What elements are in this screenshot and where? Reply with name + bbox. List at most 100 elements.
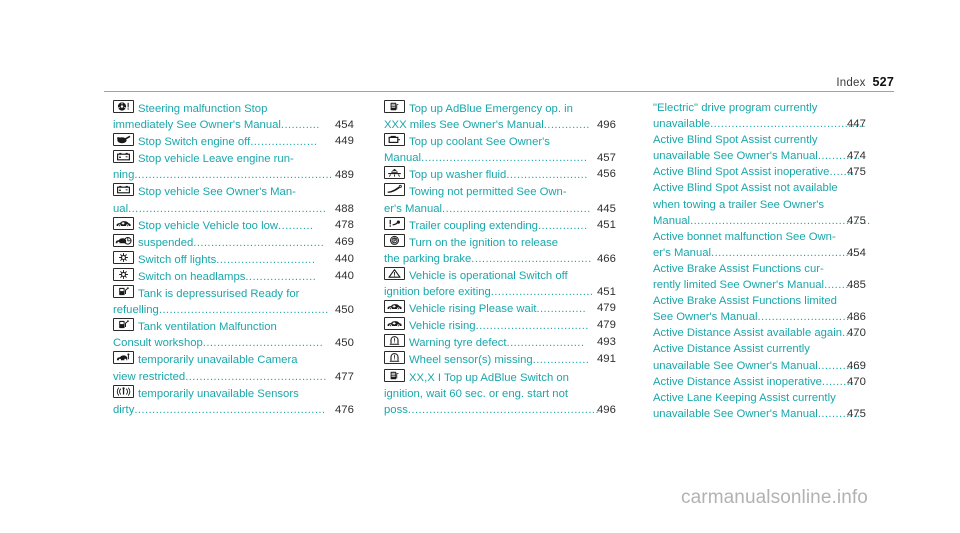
index-entry-line: Active Brake Assist Functions cur-	[653, 261, 895, 277]
index-page-number: 470	[847, 327, 866, 340]
index-entry[interactable]: Turn on the ignition to release the parki…	[384, 233, 656, 267]
index-entry[interactable]: Active Brake Assist Functions cur-rently…	[653, 261, 895, 293]
index-entry[interactable]: Vehicle rising..........................…	[384, 317, 656, 334]
index-entry[interactable]: Active bonnet malfunction See Own-er's M…	[653, 229, 895, 261]
index-entry[interactable]: Stop vehicle Vehicle too low.......... 47…	[113, 216, 393, 234]
index-entry-text: unavailable See Owner's Manual	[653, 407, 818, 420]
index-entry-text: Active Brake Assist Functions cur-	[653, 262, 824, 275]
dot-leader: ................................	[475, 320, 589, 333]
index-entry[interactable]: XX,X I Top up AdBlue Switch on ignition, …	[384, 368, 656, 418]
dot-leader: ....................	[245, 270, 317, 283]
dot-leader: ........................................…	[128, 202, 327, 215]
index-page-number: 470	[847, 375, 866, 388]
index-entry[interactable]: Stop vehicle Leave engine run-ning......…	[113, 150, 393, 183]
index-entry[interactable]: Active Distance Assist available again..…	[653, 325, 895, 341]
index-entry-line: Switch on headlamps.................... 4…	[113, 267, 393, 285]
index-entry[interactable]: Tank ventilation Malfunction Consult work…	[113, 318, 393, 351]
index-page-number: 493	[597, 336, 616, 349]
index-entry[interactable]: Switch on headlamps.................... 4…	[113, 267, 393, 285]
index-entry-text: Top up AdBlue Emergency op. in	[409, 103, 573, 115]
index-entry[interactable]: Top up AdBlue Emergency op. in XXX miles …	[384, 100, 656, 133]
index-entry[interactable]: Vehicle rising Please wait..............…	[384, 300, 656, 317]
adblue-canister-icon	[384, 368, 405, 382]
index-entry[interactable]: Warning tyre defect.....................…	[384, 334, 656, 351]
index-entry[interactable]: temporarily unavailable Camera view restr…	[113, 351, 393, 384]
fuel-pump-icon	[113, 318, 134, 332]
index-entry[interactable]: Active Blind Spot Assist inoperative....…	[653, 164, 895, 180]
index-page-number: 456	[597, 168, 616, 181]
index-entry[interactable]: Stop Switch engine off..................…	[113, 133, 393, 150]
index-page-number: 491	[597, 353, 616, 366]
index-entry-line: er's Manual.............................…	[384, 201, 656, 217]
index-entry-text: immediately See Owner's Manual	[113, 119, 281, 132]
index-entry-line: Manual..................................…	[384, 150, 656, 166]
index-page-number: 469	[335, 235, 354, 248]
index-entry-line: ignition before exiting.................…	[384, 284, 656, 300]
index-entry[interactable]: suspended...............................…	[113, 233, 393, 251]
index-entry-line: Tank ventilation Malfunction	[113, 318, 393, 335]
dot-leader: .....................................	[193, 236, 325, 249]
index-page-number: 486	[847, 311, 866, 324]
index-entry[interactable]: Towing not permitted See Own-er's Manual…	[384, 183, 656, 216]
index-entry-line: See Owner's Manual......................…	[653, 309, 895, 325]
index-entry-line: Top up washer fluid.....................…	[384, 166, 656, 183]
index-page-number: 477	[335, 370, 354, 383]
index-entry[interactable]: Wheel sensor(s) missing................ 4…	[384, 351, 656, 368]
index-entry-text: Active Distance Assist inoperative	[653, 375, 822, 388]
tyre-pressure-icon	[384, 334, 405, 348]
index-column-1: Steering malfunction Stop immediately See…	[113, 100, 393, 418]
index-entry-text: Vehicle is operational Switch off	[409, 269, 568, 282]
index-entry[interactable]: Trailer coupling extending..............…	[384, 216, 656, 234]
index-entry-line: Switch off lights.......................…	[113, 250, 393, 268]
index-entry-text: ignition before exiting	[384, 286, 491, 299]
index-entry[interactable]: Tank is depressurised Ready for refuellin…	[113, 285, 393, 318]
parking-brake-icon	[384, 233, 405, 247]
index-entry-line: refuelling..............................…	[113, 302, 393, 318]
index-entry-text: Steering malfunction Stop	[138, 103, 268, 115]
index-entry-line: Active Blind Spot Assist not available	[653, 180, 895, 196]
index-entry-line: Top up coolant See Owner's	[384, 133, 656, 150]
index-entry[interactable]: Active Lane Keeping Assist currently unav…	[653, 390, 895, 422]
index-entry[interactable]: Top up coolant See Owner's Manual........…	[384, 133, 656, 166]
index-entry-text: unavailable	[653, 118, 711, 131]
index-entry-text: Active Blind Spot Assist inoperative	[653, 166, 830, 179]
index-entry[interactable]: Top up washer fluid.....................…	[384, 166, 656, 183]
dot-leader: ........................................…	[711, 246, 860, 259]
index-page-number: 447	[847, 118, 866, 131]
index-entry-text: Active Distance Assist available again	[653, 327, 843, 340]
index-entry[interactable]: Steering malfunction Stop immediately See…	[113, 100, 393, 133]
dot-leader: ..................................	[202, 337, 324, 350]
engine-oil-can-icon	[113, 133, 134, 147]
index-entry-line: the parking brake.......................…	[384, 251, 656, 267]
index-entry-text: Active Blind Spot Assist not available	[653, 182, 838, 195]
index-entry[interactable]: Switch off lights.......................…	[113, 250, 393, 268]
index-entry[interactable]: Active Blind Spot Assist currently unavai…	[653, 132, 895, 164]
index-entry-line: Active Distance Assist inoperative......…	[653, 374, 895, 390]
index-entry-text: Top up washer fluid	[409, 169, 507, 182]
steering-wheel-warning-icon	[113, 100, 134, 113]
dot-leader: ........................................…	[710, 118, 866, 131]
index-entry[interactable]: "Electric" drive program currently unavai…	[653, 100, 895, 132]
index-entry-text: Trailer coupling extending	[409, 219, 538, 232]
index-entry-line: Top up AdBlue Emergency op. in	[384, 100, 656, 117]
index-entry-text: poss	[384, 403, 408, 416]
lamp-icon	[113, 250, 134, 264]
car-raised-icon	[384, 317, 405, 331]
index-entry[interactable]: temporarily unavailable Sensors dirty....…	[113, 384, 393, 418]
index-entry-line: ning....................................…	[113, 167, 393, 183]
index-entry-text: ual	[113, 202, 129, 215]
index-entry-text: temporarily unavailable Camera	[138, 354, 298, 367]
index-entry-text: the parking brake	[384, 252, 472, 265]
dot-leader: ........................................…	[134, 169, 333, 182]
index-entry-line: unavailable See Owner's Manual..........…	[653, 148, 895, 164]
index-entry[interactable]: Stop vehicle See Owner's Man-ual........…	[113, 183, 393, 216]
index-entry[interactable]: Active Distance Assist inoperative......…	[653, 374, 895, 390]
index-entry[interactable]: Active Distance Assist currently unavaila…	[653, 341, 895, 373]
index-entry[interactable]: Vehicle is operational Switch off ignitio…	[384, 266, 656, 300]
index-entry[interactable]: Active Blind Spot Assist not available wh…	[653, 180, 895, 228]
index-entry[interactable]: Active Brake Assist Functions limited See…	[653, 293, 895, 325]
index-page-number: 469	[847, 359, 866, 372]
index-page-number: 475	[847, 407, 866, 420]
index-entry-line: ignition, wait 60 sec. or eng. start not	[384, 386, 656, 402]
index-entry-line: Turn on the ignition to release	[384, 233, 656, 251]
